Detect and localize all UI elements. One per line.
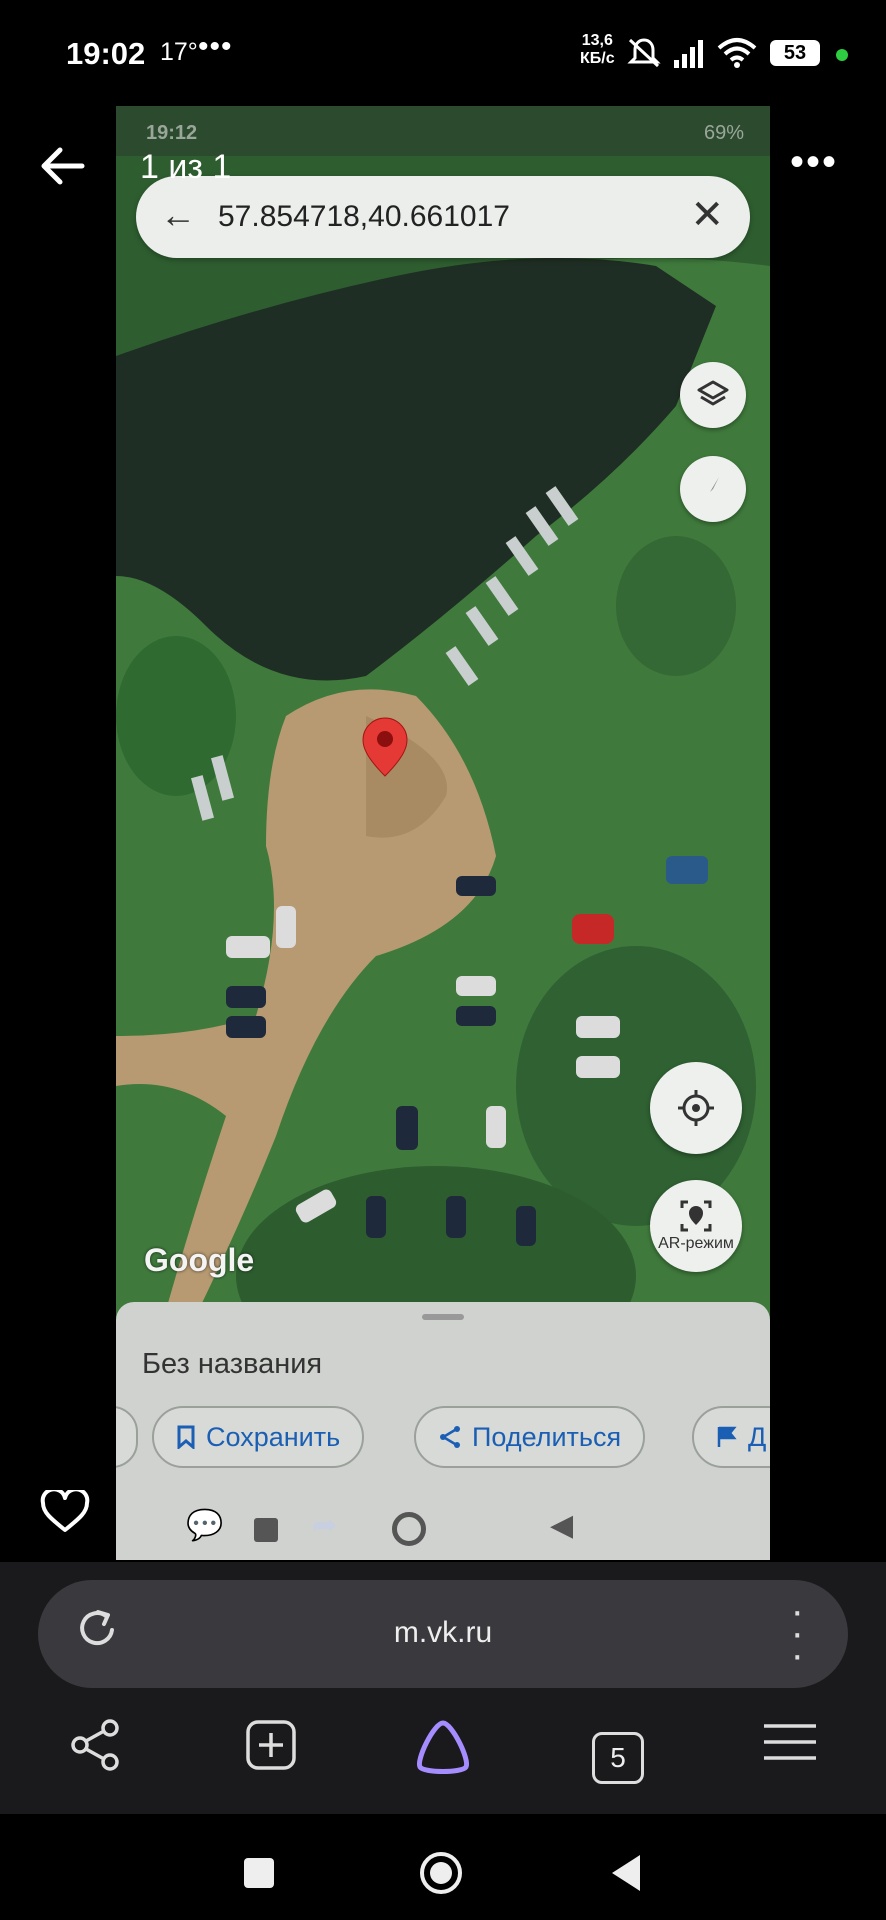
battery-icon: 53 xyxy=(770,40,820,66)
more-chip-label: Д xyxy=(748,1421,767,1452)
privacy-indicator-dot xyxy=(836,49,848,61)
share-icon[interactable] xyxy=(68,1718,122,1772)
viewer-more-icon[interactable]: ••• xyxy=(790,140,838,185)
url-text[interactable]: m.vk.ru xyxy=(38,1616,848,1650)
viewer-back-button[interactable] xyxy=(40,146,86,186)
network-speed-unit: КБ/с xyxy=(580,50,615,67)
bookmark-icon xyxy=(177,1425,195,1449)
status-time: 19:02 xyxy=(66,36,146,71)
more-notifications-icon: ••• xyxy=(198,30,233,63)
new-tab-icon[interactable] xyxy=(244,1718,298,1772)
sheet-drag-handle[interactable] xyxy=(422,1314,464,1320)
network-speed: 13,6 КБ/с xyxy=(580,32,615,68)
place-bottom-sheet[interactable]: Без названия Сохранить Поделиться Д 💬 ➦ … xyxy=(116,1302,770,1560)
signal-icon xyxy=(674,40,703,68)
compass-button[interactable] xyxy=(680,456,746,522)
photo-counter: 1 из 1 xyxy=(140,148,232,186)
share-icon xyxy=(440,1426,460,1448)
ar-pin-icon xyxy=(680,1200,712,1232)
system-navigation-bar xyxy=(0,1814,886,1920)
share-chip-label: Поделиться xyxy=(472,1421,622,1452)
recents-button[interactable] xyxy=(244,1858,274,1888)
address-bar[interactable]: m.vk.ru · · · xyxy=(38,1580,848,1688)
status-bar: 19:02 17° ••• 13,6 КБ/с 53 xyxy=(0,0,886,106)
status-temperature: 17° xyxy=(160,38,198,66)
my-location-button[interactable] xyxy=(650,1062,742,1154)
clear-search-icon[interactable]: ✕ xyxy=(690,192,724,238)
home-button[interactable] xyxy=(418,1850,464,1896)
more-chip[interactable]: Д xyxy=(692,1406,770,1468)
inner-home-icon xyxy=(392,1512,426,1546)
network-speed-value: 13,6 xyxy=(581,32,613,49)
layers-icon xyxy=(697,380,729,406)
like-heart-icon[interactable] xyxy=(40,1490,90,1534)
flag-icon xyxy=(717,1426,737,1447)
map-search-bar[interactable]: ← 57.854718,40.661017 ✕ xyxy=(136,176,750,258)
save-chip[interactable]: Сохранить xyxy=(152,1406,365,1468)
address-menu-icon[interactable]: · · · xyxy=(791,1591,804,1675)
ar-mode-label: AR-режим xyxy=(658,1235,734,1252)
place-title: Без названия xyxy=(142,1348,323,1380)
photo-content: 19:12 69% ← 57.854718,40.661017 ✕ AR-реж… xyxy=(116,106,770,1560)
crosshair-icon xyxy=(678,1090,714,1126)
ar-mode-button[interactable]: AR-режим xyxy=(650,1180,742,1272)
layers-button[interactable] xyxy=(680,362,746,428)
back-button[interactable] xyxy=(608,1852,644,1894)
search-back-arrow-icon[interactable]: ← xyxy=(160,194,196,236)
wifi-icon xyxy=(717,38,757,68)
search-query[interactable]: 57.854718,40.661017 xyxy=(218,200,510,234)
inner-recents-icon xyxy=(254,1518,278,1542)
compass-icon xyxy=(707,477,719,501)
tabs-counter[interactable]: 5 xyxy=(592,1732,644,1784)
save-chip-label: Сохранить xyxy=(206,1421,341,1452)
inner-status-time: 19:12 xyxy=(146,122,198,144)
inner-chat-icon: 💬 xyxy=(186,1509,224,1542)
inner-status-battery: 69% xyxy=(703,122,744,144)
directions-chip[interactable] xyxy=(116,1406,138,1468)
browser-toolbar: m.vk.ru · · · 5 xyxy=(0,1562,886,1814)
menu-icon[interactable] xyxy=(762,1718,818,1766)
share-chip[interactable]: Поделиться xyxy=(414,1406,646,1468)
inner-back-icon: ◀ xyxy=(550,1509,574,1542)
mute-icon xyxy=(627,38,661,68)
inner-forward-icon: ➦ xyxy=(312,1509,338,1542)
google-attribution: Google xyxy=(144,1242,255,1278)
alice-assistant-icon[interactable] xyxy=(412,1718,474,1774)
